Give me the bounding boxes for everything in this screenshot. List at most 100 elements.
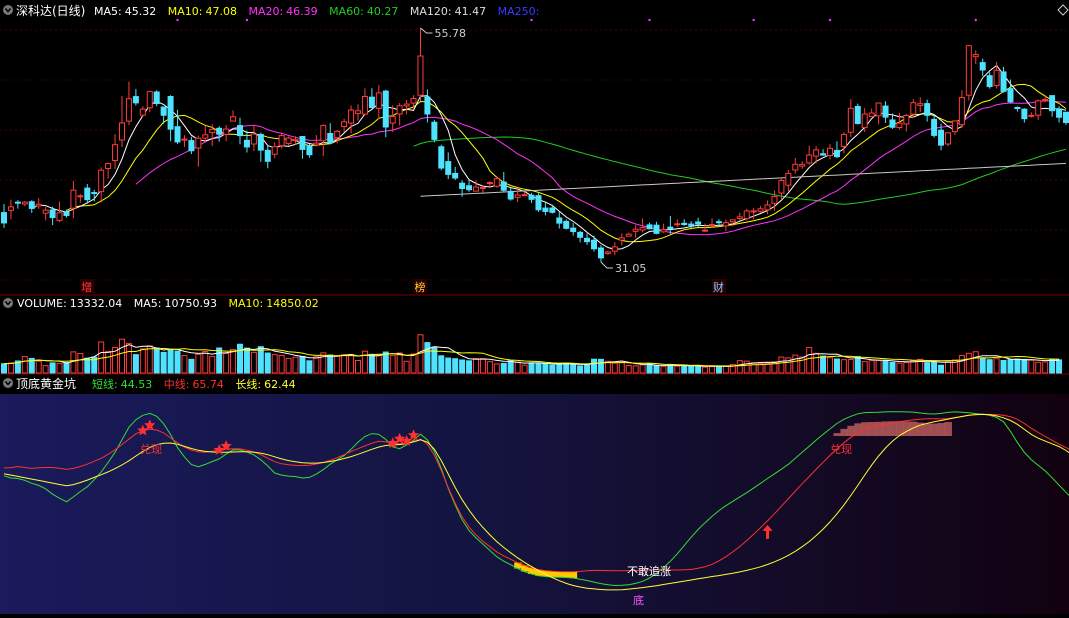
volume-bar [528, 362, 535, 374]
candle-body [98, 169, 105, 193]
price-panel-collapse-icon[interactable] [3, 5, 13, 15]
volume-bar [132, 354, 139, 374]
volume-bar [688, 365, 695, 374]
candle-body [28, 201, 35, 209]
stock-title: 深科达(日线) [16, 4, 85, 18]
candle-body [653, 224, 660, 234]
peak-bar [937, 422, 946, 436]
volume-bar [49, 362, 56, 374]
volume-bar [931, 361, 938, 374]
ma5-value: 45.32 [125, 5, 157, 18]
candle-body [965, 45, 972, 96]
volume-bar [1, 363, 7, 374]
candle-body [1035, 100, 1042, 116]
candle-body [882, 105, 889, 118]
candle-body [1007, 88, 1014, 103]
candle-body [167, 96, 174, 130]
candle-body [722, 222, 729, 227]
candle-body [125, 98, 132, 122]
volume-bar [542, 363, 549, 374]
volume-bar [1000, 359, 1007, 374]
volume-bar [1056, 359, 1063, 374]
volume-bar [174, 350, 181, 374]
candle-body [7, 206, 14, 211]
candle-body [875, 102, 882, 117]
volume-bar [632, 365, 639, 374]
candle-body [264, 149, 271, 162]
volume-panel-collapse-icon[interactable] [3, 298, 13, 308]
event-marker-label: 财 [713, 280, 724, 294]
candle-body [896, 122, 903, 129]
volume-bar [639, 364, 646, 374]
signal-dot [648, 18, 651, 22]
candle-body [375, 92, 382, 109]
candle-body [42, 209, 49, 214]
volume-bar [146, 345, 153, 374]
candle-body [431, 121, 438, 140]
candle-body [195, 137, 202, 149]
candle-body [715, 221, 722, 224]
ma120-value: 41.47 [455, 5, 487, 18]
volume-bar [327, 354, 334, 374]
candle-body [361, 96, 368, 115]
candle-body [556, 217, 563, 224]
candle-body [792, 163, 799, 171]
candle-body [681, 222, 688, 226]
candle-body [611, 246, 618, 252]
event-marker-label: 榜 [414, 280, 425, 294]
volume-bar [1042, 361, 1049, 374]
candle-body [292, 139, 299, 142]
long-line-value: 62.44 [264, 378, 296, 391]
volume-bar [1035, 361, 1042, 374]
signal-dot [530, 18, 533, 22]
candle-body [951, 120, 958, 133]
candle-body [417, 55, 424, 96]
indicator-panel-collapse-icon[interactable] [3, 378, 13, 388]
candle-body [285, 137, 292, 144]
candle-body [223, 128, 230, 135]
candle-body [271, 146, 278, 155]
volume-bar [403, 360, 410, 374]
volume-bar [910, 360, 917, 374]
peak-bar [868, 421, 876, 436]
volume-bar [459, 359, 466, 374]
candle-body [833, 149, 840, 158]
candle-body [1021, 108, 1028, 120]
candle-body [278, 135, 285, 147]
candle-body [709, 224, 715, 227]
candle-body [577, 231, 584, 238]
candle-body [500, 181, 507, 191]
volume-bar [993, 358, 1000, 374]
ma20-value: 46.39 [286, 5, 318, 18]
volume-bar [618, 361, 625, 374]
volume-bar [625, 365, 632, 374]
candle-body [250, 133, 257, 145]
candle-body [424, 96, 431, 115]
candle-body [1063, 111, 1069, 124]
volume-bar [889, 361, 896, 374]
volume-bar [188, 358, 195, 374]
ma250-label: MA250: [498, 5, 540, 18]
candle-body [21, 201, 28, 205]
volume-bar [466, 360, 473, 374]
volume-bar [271, 354, 278, 374]
candle-body [903, 115, 910, 125]
candle-body [368, 96, 375, 108]
volume-bar [1028, 359, 1035, 374]
candle-body [112, 144, 119, 161]
volume-bar [368, 353, 375, 374]
candle-body [972, 54, 979, 58]
volume-bar [486, 361, 493, 374]
candle-body [105, 163, 112, 170]
volume-bar [660, 365, 667, 374]
candle-body [889, 119, 896, 128]
volume-bar [695, 366, 702, 374]
volume-bar [1021, 358, 1028, 374]
volume-bar [278, 354, 285, 374]
peak-bar [875, 421, 883, 436]
peak-bar [833, 433, 841, 436]
candle-body [452, 172, 459, 179]
candle-body [945, 132, 951, 145]
volume-bar [500, 362, 507, 374]
volume-bar [438, 355, 445, 374]
